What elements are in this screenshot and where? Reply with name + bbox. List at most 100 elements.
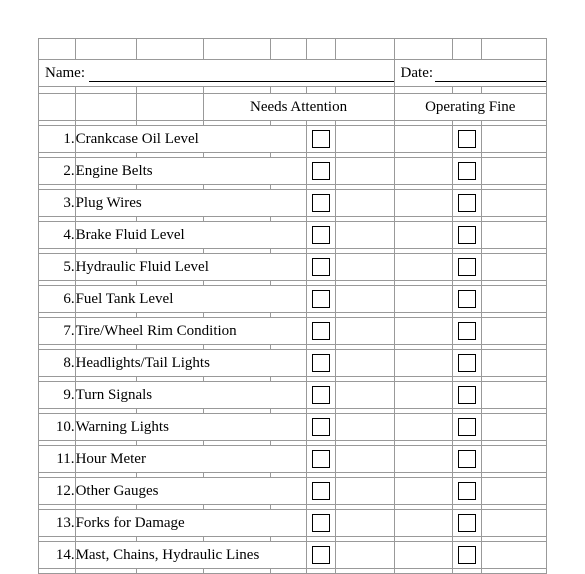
operating-fine-checkbox[interactable] <box>453 478 481 505</box>
checkbox-icon <box>312 418 330 436</box>
item-label: Crankcase Oil Level <box>75 126 307 153</box>
needs-attention-checkbox[interactable] <box>307 382 335 409</box>
needs-attention-checkbox[interactable] <box>307 158 335 185</box>
gap-cell <box>394 158 453 185</box>
gap-cell <box>335 254 394 281</box>
gap-cell <box>335 478 394 505</box>
operating-fine-checkbox[interactable] <box>453 254 481 281</box>
operating-fine-checkbox[interactable] <box>453 222 481 249</box>
item-row: 3.Plug Wires <box>39 190 547 217</box>
gap-cell <box>394 510 453 537</box>
inspection-table: Name: Date: Needs Attention Operating Fi… <box>38 38 547 574</box>
header-needs-attention: Needs Attention <box>203 94 394 121</box>
end-cell <box>481 542 546 569</box>
item-row: 4.Brake Fluid Level <box>39 222 547 249</box>
checkbox-icon <box>312 514 330 532</box>
checkbox-icon <box>312 482 330 500</box>
gap-cell <box>335 350 394 377</box>
gap-cell <box>394 350 453 377</box>
needs-attention-checkbox[interactable] <box>307 446 335 473</box>
item-label: Warning Lights <box>75 414 307 441</box>
checkbox-icon <box>458 354 476 372</box>
operating-fine-checkbox[interactable] <box>453 542 481 569</box>
operating-fine-checkbox[interactable] <box>453 350 481 377</box>
gap-cell <box>394 222 453 249</box>
item-number: 1. <box>39 126 76 153</box>
item-row: 6.Fuel Tank Level <box>39 286 547 313</box>
end-cell <box>481 254 546 281</box>
operating-fine-checkbox[interactable] <box>453 126 481 153</box>
needs-attention-checkbox[interactable] <box>307 254 335 281</box>
operating-fine-checkbox[interactable] <box>453 382 481 409</box>
operating-fine-checkbox[interactable] <box>453 446 481 473</box>
gap-cell <box>335 382 394 409</box>
item-number: 14. <box>39 542 76 569</box>
end-cell <box>481 286 546 313</box>
end-cell <box>481 510 546 537</box>
item-row: 5.Hydraulic Fluid Level <box>39 254 547 281</box>
item-number: 2. <box>39 158 76 185</box>
item-number: 12. <box>39 478 76 505</box>
needs-attention-checkbox[interactable] <box>307 126 335 153</box>
checkbox-icon <box>458 226 476 244</box>
item-label: Other Gauges <box>75 478 307 505</box>
checkbox-icon <box>458 386 476 404</box>
item-label: Plug Wires <box>75 190 307 217</box>
checkbox-icon <box>458 418 476 436</box>
operating-fine-checkbox[interactable] <box>453 190 481 217</box>
item-label: Headlights/Tail Lights <box>75 350 307 377</box>
end-cell <box>481 446 546 473</box>
end-cell <box>481 478 546 505</box>
item-number: 6. <box>39 286 76 313</box>
gap-cell <box>394 446 453 473</box>
gap-cell <box>394 126 453 153</box>
checkbox-icon <box>312 546 330 564</box>
needs-attention-checkbox[interactable] <box>307 350 335 377</box>
item-row: 12.Other Gauges <box>39 478 547 505</box>
item-number: 5. <box>39 254 76 281</box>
item-label: Hydraulic Fluid Level <box>75 254 307 281</box>
operating-fine-checkbox[interactable] <box>453 318 481 345</box>
item-number: 8. <box>39 350 76 377</box>
needs-attention-checkbox[interactable] <box>307 222 335 249</box>
checkbox-icon <box>312 322 330 340</box>
name-field[interactable]: Name: <box>39 60 395 87</box>
item-number: 9. <box>39 382 76 409</box>
gap-cell <box>335 190 394 217</box>
operating-fine-checkbox[interactable] <box>453 158 481 185</box>
gap-cell <box>335 318 394 345</box>
end-cell <box>481 190 546 217</box>
end-cell <box>481 382 546 409</box>
end-cell <box>481 414 546 441</box>
item-label: Fuel Tank Level <box>75 286 307 313</box>
gap-cell <box>394 382 453 409</box>
gap-cell <box>335 286 394 313</box>
gap-cell <box>335 542 394 569</box>
item-label: Tire/Wheel Rim Condition <box>75 318 307 345</box>
date-underline <box>435 81 546 82</box>
end-cell <box>481 350 546 377</box>
end-cell <box>481 158 546 185</box>
needs-attention-checkbox[interactable] <box>307 478 335 505</box>
checkbox-icon <box>458 162 476 180</box>
item-row: 10.Warning Lights <box>39 414 547 441</box>
needs-attention-checkbox[interactable] <box>307 190 335 217</box>
needs-attention-checkbox[interactable] <box>307 414 335 441</box>
needs-attention-checkbox[interactable] <box>307 542 335 569</box>
operating-fine-checkbox[interactable] <box>453 286 481 313</box>
gap-cell <box>335 414 394 441</box>
item-row: 9.Turn Signals <box>39 382 547 409</box>
operating-fine-checkbox[interactable] <box>453 414 481 441</box>
operating-fine-checkbox[interactable] <box>453 510 481 537</box>
checkbox-icon <box>458 514 476 532</box>
item-label: Brake Fluid Level <box>75 222 307 249</box>
checkbox-icon <box>458 258 476 276</box>
checkbox-icon <box>312 258 330 276</box>
needs-attention-checkbox[interactable] <box>307 286 335 313</box>
gap-cell <box>335 510 394 537</box>
date-field[interactable]: Date: <box>394 60 546 87</box>
item-row: 11.Hour Meter <box>39 446 547 473</box>
needs-attention-checkbox[interactable] <box>307 510 335 537</box>
item-number: 4. <box>39 222 76 249</box>
needs-attention-checkbox[interactable] <box>307 318 335 345</box>
